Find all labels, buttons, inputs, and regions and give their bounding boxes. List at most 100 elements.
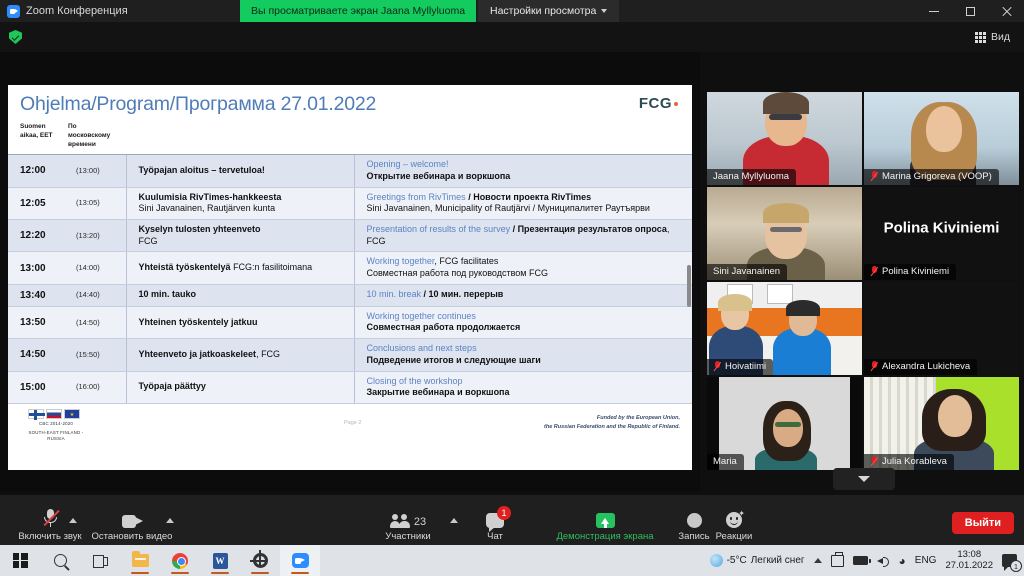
task-view-button[interactable] xyxy=(80,545,120,576)
slide-title: Ohjelma/Program/Программа 27.01.2022 xyxy=(20,93,377,115)
grid-icon xyxy=(975,31,986,43)
filmstrip-scroll-down-button[interactable] xyxy=(833,468,895,490)
toolbar-participants-button[interactable]: 23 Участники xyxy=(362,506,454,542)
finland-flag-icon xyxy=(28,408,45,420)
row-time-fi: 13:50 xyxy=(8,306,64,340)
slide-scroll-indicator[interactable] xyxy=(687,265,691,307)
row-time-fi: 13:00 xyxy=(8,251,64,285)
participant-name: Polina Kiviniemi xyxy=(882,266,950,277)
video-options-caret-icon[interactable] xyxy=(166,518,174,523)
wifi-icon[interactable]: ◕ xyxy=(899,555,906,567)
zoom-meeting-window: Zoom Конференция Вы просматриваете экран… xyxy=(0,0,1024,576)
clock-date: 27.01.2022 xyxy=(945,559,993,571)
mic-muted-icon xyxy=(870,266,878,277)
taskbar-word[interactable]: W xyxy=(200,545,240,576)
maximize-button[interactable] xyxy=(952,0,988,22)
close-button[interactable] xyxy=(988,0,1024,22)
screen-cast-icon[interactable] xyxy=(830,551,844,567)
volume-icon[interactable] xyxy=(876,555,890,567)
row-time-msk: (14:50) xyxy=(64,306,126,340)
participant-tile-jaana-myllyluoma[interactable]: Jaana Myllyluoma xyxy=(707,92,862,185)
participant-tile-polina-kiviniemi[interactable]: Polina Kiviniemi Polina Kiviniemi xyxy=(864,187,1019,280)
participant-tile-sini-javanainen[interactable]: Sini Javanainen xyxy=(707,187,862,280)
notifications-icon[interactable]: 1 xyxy=(1002,554,1022,572)
search-icon xyxy=(53,554,67,567)
toolbar-reactions-button[interactable]: ✦ Реакции xyxy=(688,506,780,543)
programme-name: CBC 2014-2020 xyxy=(38,420,74,426)
row-topic-fi: Kyselyn tulosten yhteenveto FCG xyxy=(125,219,354,253)
row-time-fi: 14:50 xyxy=(8,338,64,372)
participants-count: 23 xyxy=(413,516,427,528)
programme-subtitle: SOUTH-EAST FINLAND - RUSSIA xyxy=(28,429,84,442)
toolbar-chat-button[interactable]: 1 Чат xyxy=(449,506,541,542)
row-time-fi: 12:20 xyxy=(8,219,64,253)
windows-logo-icon xyxy=(12,553,28,568)
toolbar-reactions-label: Реакции xyxy=(715,531,753,542)
participant-tile-alexandra-lukicheva[interactable]: Alexandra Lukicheva xyxy=(864,282,1019,375)
participants-icon: 23 xyxy=(389,506,427,528)
participant-tile-marina-grigoreva[interactable]: Marina Grigoreva (VOOP) xyxy=(864,92,1019,185)
row-topic-en-ru: Opening – welcome! Открытие вебинара и в… xyxy=(353,154,692,188)
toolbar-video-button[interactable]: Остановить видео xyxy=(86,506,178,542)
row-time-msk: (13:05) xyxy=(64,187,126,221)
taskbar-zoom[interactable] xyxy=(280,545,320,576)
snow-icon xyxy=(709,554,723,567)
table-row: 12:05 (13:05) Kuulumisia RivTimes-hankke… xyxy=(8,187,692,221)
row-topic-en-ru: Working together, FCG facilitates Совмес… xyxy=(353,251,692,285)
weather-description: Легкий снег xyxy=(750,555,805,566)
participant-filmstrip: Jaana Myllyluoma Marina Grigoreva (VOOP) xyxy=(702,92,1024,472)
table-row: 12:20 (13:20) Kyselyn tulosten yhteenvet… xyxy=(8,219,692,253)
windows-taskbar: W -5°C Легкий снег ◕ ENG 13:08 27.01.202… xyxy=(0,545,1024,576)
row-topic-fi: 10 min. tauko xyxy=(125,284,354,307)
russia-flag-icon xyxy=(46,408,62,419)
slide-footer: ★ CBC 2014-2020 SOUTH-EAST FINLAND - RUS… xyxy=(8,403,692,444)
meeting-toolbar: Включить звук Остановить видео 23 Участн… xyxy=(0,495,1024,545)
row-time-msk: (13:20) xyxy=(64,219,126,253)
start-button[interactable] xyxy=(0,545,40,576)
minimize-button[interactable] xyxy=(916,0,952,22)
funding-note: Funded by the European Union, the Russia… xyxy=(544,414,680,430)
mic-muted-icon xyxy=(713,361,721,372)
participant-name: Jaana Myllyluoma xyxy=(713,171,790,182)
row-topic-en-ru: Greetings from RivTimes / Новости проект… xyxy=(353,187,692,221)
programme-logos: ★ CBC 2014-2020 SOUTH-EAST FINLAND - RUS… xyxy=(28,408,84,443)
row-topic-fi: Yhteinen työskentely jatkuu xyxy=(125,306,354,340)
toolbar-chat-label: Чат xyxy=(487,531,503,542)
taskbar-chrome[interactable] xyxy=(160,545,200,576)
taskbar-file-explorer[interactable] xyxy=(120,545,160,576)
show-hidden-icons-button[interactable] xyxy=(813,558,822,563)
chrome-icon xyxy=(172,552,188,569)
participant-name: Maria xyxy=(713,456,737,467)
battery-icon[interactable] xyxy=(852,556,871,565)
clock[interactable]: 13:08 27.01.2022 xyxy=(945,549,993,572)
row-topic-fi: Yhteistä työskentelyä FCG:n fasilitoiman… xyxy=(125,251,354,285)
encryption-shield-icon[interactable] xyxy=(9,30,22,44)
view-options-button[interactable]: Настройки просмотра xyxy=(478,0,620,22)
audio-options-caret-icon[interactable] xyxy=(69,518,77,523)
column-header-time-msk: По московскому времени xyxy=(64,121,126,156)
taskbar-search-button[interactable] xyxy=(40,545,80,576)
row-topic-fi: Työpajan aloitus – tervetuloa! xyxy=(125,154,354,188)
participant-display-name: Polina Kiviniemi xyxy=(883,219,1000,237)
participant-name: Marina Grigoreva (VOOP) xyxy=(882,171,992,182)
weather-widget[interactable]: -5°C Легкий снег xyxy=(709,554,805,567)
leave-meeting-button[interactable]: Выйти xyxy=(951,512,1014,534)
view-layout-button[interactable]: Вид xyxy=(969,28,1016,46)
taskbar-settings[interactable] xyxy=(240,545,280,576)
toolbar-audio-button[interactable]: Включить звук xyxy=(4,506,96,542)
row-time-fi: 13:40 xyxy=(8,284,64,307)
participant-tile-maria[interactable]: Maria xyxy=(707,377,862,470)
input-language[interactable]: ENG xyxy=(915,555,937,566)
eu-flag-icon: ★ xyxy=(64,408,80,419)
mic-muted-icon xyxy=(870,456,878,467)
table-row: 13:50 (14:50) Yhteinen työskentely jatku… xyxy=(8,306,692,340)
table-row: 12:00 (13:00) Työpajan aloitus – tervetu… xyxy=(8,154,692,188)
task-view-icon xyxy=(92,554,108,568)
participant-tile-julia-korableva[interactable]: Julia Korableva xyxy=(864,377,1019,470)
row-topic-en-ru: Working together continues Совместная ра… xyxy=(353,306,692,340)
table-row: 13:40 (14:40) 10 min. tauko 10 min. brea… xyxy=(8,284,692,307)
participant-tile-hoivatiimi[interactable]: Hoivatiimi xyxy=(707,282,862,375)
reactions-icon: ✦ xyxy=(726,506,745,528)
slide-page-number: Page 2 xyxy=(344,419,362,426)
column-header-fi xyxy=(126,121,354,156)
